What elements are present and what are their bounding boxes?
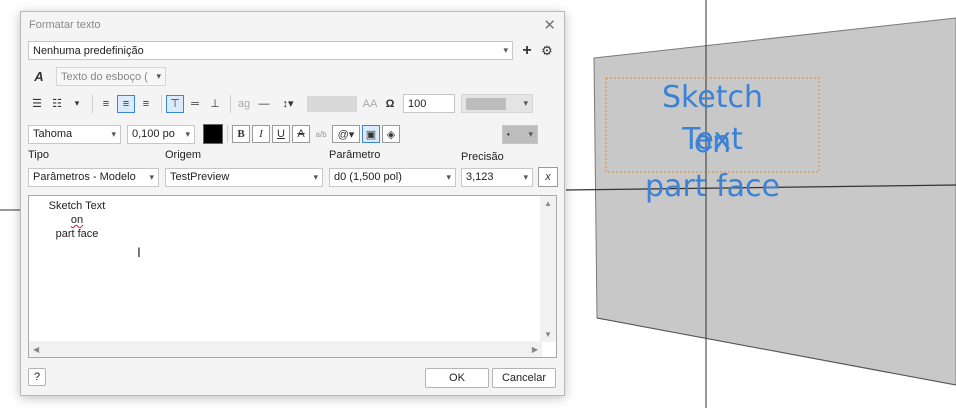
close-icon[interactable]: ✕ — [543, 16, 556, 34]
align-left-icon[interactable]: ≡ — [97, 95, 115, 113]
italic-icon[interactable]: I — [252, 125, 270, 143]
chevron-down-icon: ▾ — [185, 128, 190, 139]
vertical-scrollbar[interactable]: ▲ ▼ — [540, 196, 556, 342]
numbered-list-icon[interactable]: ☷ — [48, 95, 66, 113]
chevron-down-icon: ▾ — [111, 128, 116, 139]
bold-icon[interactable]: B — [232, 125, 250, 143]
chevron-down-icon: ▾ — [149, 171, 154, 182]
scroll-right-icon[interactable]: ▶ — [532, 345, 538, 354]
editor-content[interactable]: Sketch Text on part face — [47, 199, 107, 241]
style-row: A Texto do esboço (▾ — [28, 67, 166, 86]
parameter-row: Parâmetros - Modelo ▾ TestPreview ▾ d0 (1,… — [28, 167, 560, 187]
help-icon[interactable]: ? — [28, 368, 46, 386]
character-spacing-icon: AA — [362, 97, 378, 110]
sketch-text-line-3: part face — [645, 169, 780, 204]
scroll-left-icon[interactable]: ◀ — [33, 345, 39, 354]
text-editor[interactable]: Sketch Text on part face I ▲ ▼ ◀ ▶ — [28, 195, 557, 358]
chevron-down-icon: ▾ — [523, 171, 528, 182]
list-dropdown-icon[interactable]: ▾ — [68, 95, 86, 113]
font-toolbar: Tahoma ▾ 0,100 po ▾ B I U A a/b @▾ ▣ ◈ • ▾ — [28, 124, 538, 144]
insert-parameter-icon[interactable]: x — [538, 167, 558, 187]
align-bottom-icon[interactable]: ⊥ — [206, 95, 224, 113]
align-middle-icon[interactable]: ═ — [186, 95, 204, 113]
chevron-down-icon: ▾ — [523, 98, 528, 108]
fill-color-select[interactable]: • ▾ — [502, 124, 538, 144]
separator — [230, 94, 231, 113]
text-color-swatch[interactable] — [203, 124, 223, 144]
precisao-label: Precisão — [461, 151, 504, 163]
preset-row: Nenhuma predefinição ▾ + ⚙ — [28, 41, 558, 60]
cancel-button[interactable]: Cancelar — [492, 368, 556, 388]
underline-icon[interactable]: U — [272, 125, 290, 143]
chevron-down-icon: ▾ — [528, 128, 533, 139]
chevron-down-icon: ▾ — [446, 171, 451, 182]
font-size-select[interactable]: 0,100 po ▾ — [127, 124, 195, 144]
line-spacing-field — [307, 95, 357, 112]
bullet-list-icon[interactable]: ☰ — [28, 95, 46, 113]
chevron-down-icon: ▾ — [313, 171, 318, 182]
origem-select[interactable]: TestPreview ▾ — [165, 167, 323, 187]
line-icon[interactable]: — — [255, 95, 273, 113]
add-preset-icon[interactable]: + — [518, 42, 536, 60]
separator — [92, 94, 93, 113]
text-cursor-icon: I — [137, 244, 141, 260]
spacing-input[interactable]: 100 — [403, 94, 455, 113]
line-spacing-icon[interactable]: ↕▾ — [275, 95, 301, 113]
fraction-icon: a/b — [315, 129, 327, 139]
align-top-icon[interactable]: ⊤ — [166, 94, 184, 113]
gear-icon[interactable]: ⚙ — [538, 42, 556, 60]
editor-line-3: part face — [55, 228, 99, 240]
text-style-select[interactable]: Texto do esboço (▾ — [56, 67, 166, 86]
origem-label: Origem — [165, 149, 202, 161]
color-swatch — [466, 97, 506, 110]
format-text-dialog: Formatar texto ✕ Nenhuma predefinição ▾ +… — [20, 11, 565, 396]
editor-line-1: Sketch Text — [48, 200, 106, 212]
horizontal-scrollbar[interactable]: ◀ ▶ — [29, 341, 542, 357]
scroll-up-icon[interactable]: ▲ — [544, 199, 552, 208]
separator — [227, 125, 228, 143]
fill-color-dot: • — [507, 129, 510, 139]
dialog-titlebar[interactable]: Formatar texto ✕ — [21, 12, 564, 38]
strikethrough-icon[interactable]: A — [292, 125, 310, 143]
stack-text-icon: ag — [237, 97, 251, 110]
parametro-select[interactable]: d0 (1,500 pol) ▾ — [329, 167, 456, 187]
spacing-icon: Ω — [385, 97, 395, 110]
chevron-down-icon: ▾ — [156, 71, 161, 81]
align-right-icon[interactable]: ≡ — [137, 95, 155, 113]
preset-select[interactable]: Nenhuma predefinição ▾ — [28, 41, 513, 60]
sketch-text-line-2: on — [693, 125, 732, 160]
tipo-select[interactable]: Parâmetros - Modelo ▾ — [28, 167, 159, 187]
chevron-down-icon: ▾ — [503, 45, 508, 55]
scroll-down-icon[interactable]: ▼ — [544, 330, 552, 339]
fill-icon[interactable]: ◈ — [382, 125, 400, 143]
alignment-toolbar: ☰ ☷ ▾ ≡ ≡ ≡ ⊤ ═ ⊥ ag — ↕▾ AA Ω 100 ▾ — [28, 94, 533, 113]
precisao-select[interactable]: 3,123 ▾ — [461, 167, 533, 187]
editor-line-2: on — [70, 214, 84, 226]
ok-button[interactable]: OK — [425, 368, 489, 388]
tipo-label: Tipo — [28, 149, 49, 161]
align-center-icon[interactable]: ≡ — [117, 94, 135, 113]
background-mask-icon[interactable]: ▣ — [362, 125, 380, 143]
dialog-title: Formatar texto — [29, 19, 101, 31]
color-fill-select[interactable]: ▾ — [461, 94, 533, 113]
separator — [161, 94, 162, 113]
font-select[interactable]: Tahoma ▾ — [28, 124, 121, 144]
insert-symbol-icon[interactable]: @▾ — [332, 125, 360, 143]
parametro-label: Parâmetro — [329, 149, 381, 161]
text-style-icon: A — [34, 69, 44, 84]
